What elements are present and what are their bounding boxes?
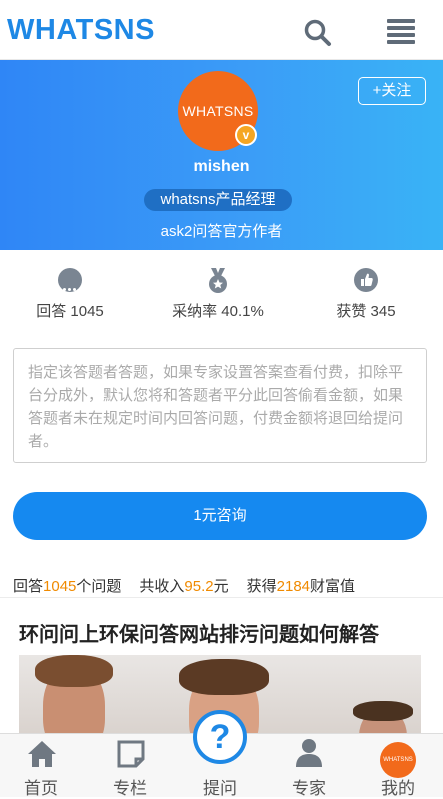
wealth-suffix: 财富值 [310,578,356,595]
featured-question-title[interactable]: 环问问上环保问答网站排污问题如何解答 [19,618,379,647]
stat-likes-label: 获赞 345 [336,303,396,320]
tab-ask-label: 提问 [203,779,237,798]
profile-hero: WHATSNS v +关注 mishen whatsns产品经理 ask2问答官… [0,60,443,250]
answers-suffix: 个问题 [76,578,122,595]
follow-button[interactable]: +关注 [358,77,426,105]
wealth-prefix: 获得 [246,578,277,595]
tab-home-label: 首页 [24,779,58,798]
verified-badge-icon: v [235,124,257,146]
chat-bubble-icon [58,268,82,292]
stat-accept-rate: 采纳率 40.1% [158,268,278,321]
note-icon [117,740,145,768]
tab-experts-label: 专家 [292,779,326,798]
user-description: ask2问答官方作者 [160,223,283,240]
stat-answers: 回答 1045 [10,268,130,321]
tab-column-label: 专栏 [113,779,147,798]
stat-likes: 获赞 345 [306,268,426,321]
divider [0,597,443,598]
wealth-value: 2184 [276,578,311,595]
user-title-badge: whatsns产品经理 [144,189,292,211]
question-input[interactable]: 指定该答题者答题，如果专家设置答案查看付费，扣除平台分成外，默认您将和答题者平分… [13,348,427,463]
income-value: 95.2 [184,578,214,595]
medal-icon [206,268,230,293]
answers-count: 1045 [43,578,77,595]
thumbs-up-icon [354,268,378,292]
avatar-icon: WHATSNS [380,742,416,778]
earnings-summary: 回答1045个问题 共收入95.2元 获得2184财富值 [13,575,355,596]
stat-accept-rate-label: 采纳率 40.1% [172,303,264,320]
person-icon [296,739,322,767]
home-icon [28,741,56,767]
consult-button[interactable]: 1元咨询 [13,492,427,540]
income-prefix: 共收入 [139,578,185,595]
question-mark-icon: ? [193,710,247,764]
site-logo[interactable]: WHATSNS [7,14,155,47]
username: mishen [193,158,250,175]
hamburger-menu-icon[interactable] [387,19,415,44]
top-bar: WHATSNS [0,0,443,60]
search-icon[interactable] [303,18,333,48]
income-suffix: 元 [213,578,229,595]
bottom-tab-bar: 首页 专栏 ? 提问 专家 我的 WHATSNS [0,710,443,798]
answers-prefix: 回答 [13,578,44,595]
stat-answers-label: 回答 1045 [36,303,104,320]
